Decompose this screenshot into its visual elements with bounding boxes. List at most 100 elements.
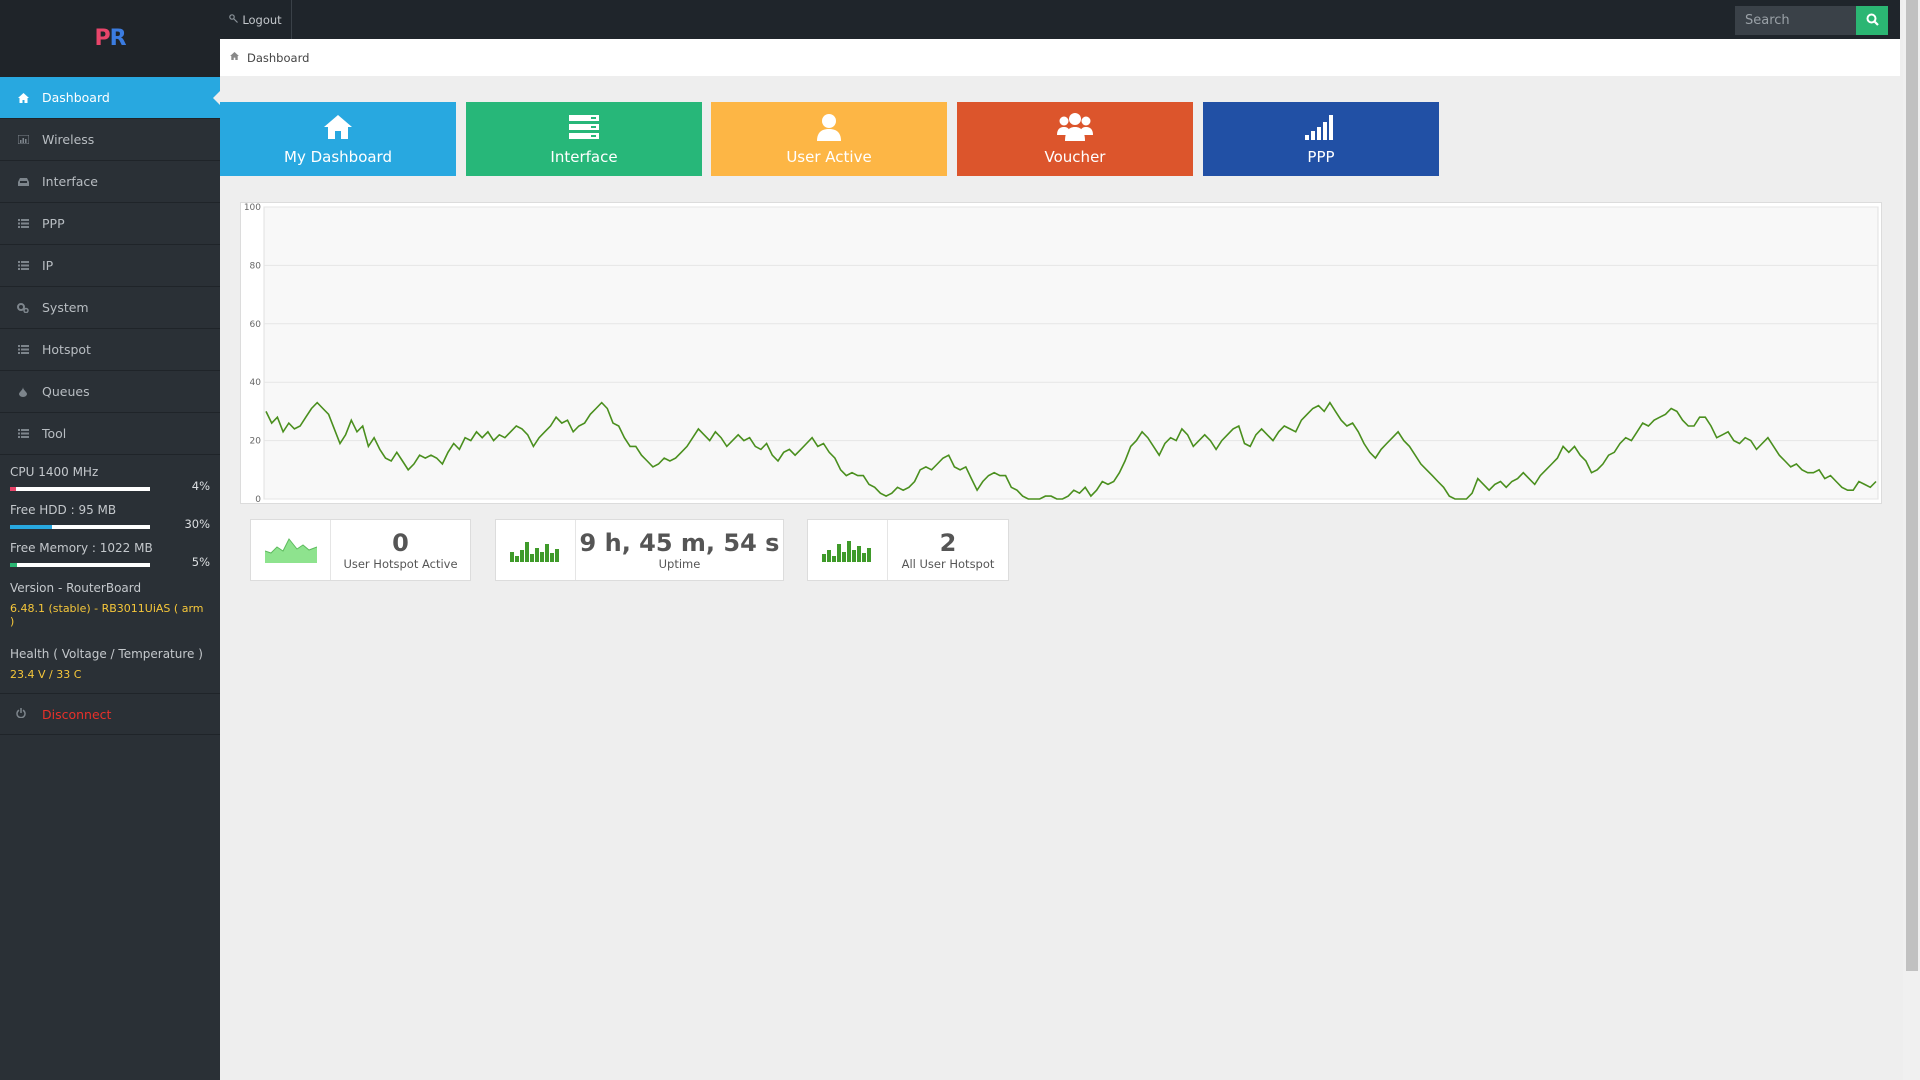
- sidebar-item-label: Hotspot: [42, 342, 91, 357]
- cpu-stat: CPU 1400 MHz 4%: [0, 455, 220, 493]
- list-icon: [16, 427, 30, 441]
- tile-user-active[interactable]: User Active: [711, 102, 947, 176]
- server-icon: [569, 112, 599, 142]
- tile-label: User Active: [786, 148, 872, 166]
- sidebar-item-label: Queues: [42, 384, 90, 399]
- drop-icon: [16, 385, 30, 399]
- chart-y-tick-label: 100: [244, 203, 261, 213]
- hdd-progress-bar: [10, 525, 150, 529]
- sidebar-item-label: System: [42, 300, 89, 315]
- sidebar-item-ppp[interactable]: PPP: [0, 203, 220, 245]
- sidebar-item-label: Interface: [42, 174, 98, 189]
- sidebar-item-system[interactable]: System: [0, 287, 220, 329]
- traffic-chart: 0 20 40 60 80 100: [240, 202, 1882, 505]
- tile-label: Interface: [550, 148, 618, 166]
- key-icon: [229, 13, 239, 26]
- memory-progress-fill: [10, 563, 17, 567]
- memory-percent: 5%: [191, 555, 210, 569]
- chart-y-tick-label: 60: [250, 320, 262, 330]
- sidebar-item-queues[interactable]: Queues: [0, 371, 220, 413]
- version-title: Version - RouterBoard: [10, 581, 142, 595]
- gears-icon: [16, 301, 30, 315]
- logo-text: PR: [94, 26, 126, 51]
- sidebar-item-ip[interactable]: IP: [0, 245, 220, 287]
- cpu-progress-fill: [10, 487, 16, 491]
- area-sparkline-icon: [251, 520, 331, 580]
- memory-progress-bar: [10, 563, 150, 567]
- chart-y-tick-label: 0: [255, 495, 261, 503]
- tile-interface[interactable]: Interface: [466, 102, 702, 176]
- search-button[interactable]: [1856, 6, 1888, 35]
- health-info: Health ( Voltage / Temperature ) 23.4 V …: [0, 628, 220, 681]
- logout-button[interactable]: Logout: [220, 0, 292, 39]
- health-value: 23.4 V / 33 C: [10, 668, 82, 681]
- top-bar: Logout: [220, 0, 1900, 39]
- sidebar-item-label: Tool: [42, 426, 67, 441]
- chart-icon: [16, 133, 30, 147]
- hdd-progress-fill: [10, 525, 52, 529]
- hdd-percent: 30%: [184, 517, 210, 531]
- signal-icon: [1305, 112, 1337, 142]
- user-icon: [816, 112, 842, 142]
- cpu-label: CPU 1400 MHz: [10, 465, 99, 479]
- hdd-stat: Free HDD : 95 MB 30%: [0, 493, 220, 531]
- sidebar-item-label: PPP: [42, 216, 65, 231]
- tile-label: My Dashboard: [284, 148, 392, 166]
- traffic-chart-svg: 0 20 40 60 80 100: [244, 203, 1879, 505]
- breadcrumb-item[interactable]: Dashboard: [247, 51, 309, 65]
- home-icon: [16, 91, 30, 105]
- card-label: User Hotspot Active: [343, 556, 458, 571]
- home-icon: [323, 112, 353, 142]
- card-uptime: 9 h, 45 m, 54 s Uptime: [495, 519, 784, 581]
- cpu-percent: 4%: [191, 479, 210, 493]
- card-value: 9 h, 45 m, 54 s: [579, 528, 780, 557]
- sidebar: PR Dashboard Wireless Interface PPP IP S…: [0, 0, 221, 1080]
- users-icon: [1057, 112, 1093, 142]
- power-icon: [16, 707, 30, 721]
- chart-y-tick-label: 80: [250, 261, 262, 271]
- list-icon: [16, 217, 30, 231]
- health-title: Health ( Voltage / Temperature ): [10, 647, 203, 661]
- card-all-user-hotspot: 2 All User Hotspot: [807, 519, 1009, 581]
- breadcrumb: Dashboard: [220, 39, 1900, 76]
- chart-y-tick-label: 20: [250, 437, 262, 447]
- version-value: 6.48.1 (stable) - RB3011UiAS ( arm ): [10, 602, 204, 628]
- card-label: All User Hotspot: [901, 556, 995, 571]
- sidebar-item-label: IP: [42, 258, 54, 273]
- scrollbar-thumb[interactable]: [1906, 0, 1918, 971]
- memory-stat: Free Memory : 1022 MB 5%: [0, 531, 220, 569]
- chart-plot-area: [263, 206, 1879, 500]
- disconnect-label: Disconnect: [42, 706, 112, 722]
- sidebar-item-wireless[interactable]: Wireless: [0, 119, 220, 161]
- tile-my-dashboard[interactable]: My Dashboard: [220, 102, 456, 176]
- card-value: 2: [939, 528, 957, 557]
- sidebar-item-label: Wireless: [42, 132, 95, 147]
- inbox-icon: [16, 175, 30, 189]
- list-icon: [16, 343, 30, 357]
- card-label: Uptime: [658, 556, 701, 571]
- search-icon: [1866, 11, 1879, 30]
- bar-sparkline-icon: [496, 520, 576, 580]
- tile-voucher[interactable]: Voucher: [957, 102, 1193, 176]
- page-scrollbar[interactable]: [1903, 0, 1920, 1080]
- home-icon: [230, 52, 239, 63]
- search-box: [1735, 6, 1888, 35]
- search-input[interactable]: [1735, 6, 1856, 35]
- sidebar-item-tool[interactable]: Tool: [0, 413, 220, 455]
- sidebar-item-interface[interactable]: Interface: [0, 161, 220, 203]
- sidebar-item-hotspot[interactable]: Hotspot: [0, 329, 220, 371]
- app-logo[interactable]: PR: [0, 0, 220, 77]
- tile-label: Voucher: [1044, 148, 1106, 166]
- tile-label: PPP: [1307, 148, 1335, 166]
- card-user-hotspot-active: 0 User Hotspot Active: [250, 519, 471, 581]
- disconnect-button[interactable]: Disconnect: [0, 693, 220, 735]
- list-icon: [16, 259, 30, 273]
- sidebar-item-label: Dashboard: [42, 90, 110, 105]
- version-info: Version - RouterBoard 6.48.1 (stable) - …: [0, 569, 220, 628]
- bar-sparkline-icon: [808, 520, 888, 580]
- tile-ppp[interactable]: PPP: [1203, 102, 1439, 176]
- sidebar-item-dashboard[interactable]: Dashboard: [0, 77, 221, 119]
- chart-y-tick-label: 40: [250, 378, 262, 388]
- memory-label: Free Memory : 1022 MB: [10, 541, 153, 555]
- logout-label: Logout: [242, 12, 282, 27]
